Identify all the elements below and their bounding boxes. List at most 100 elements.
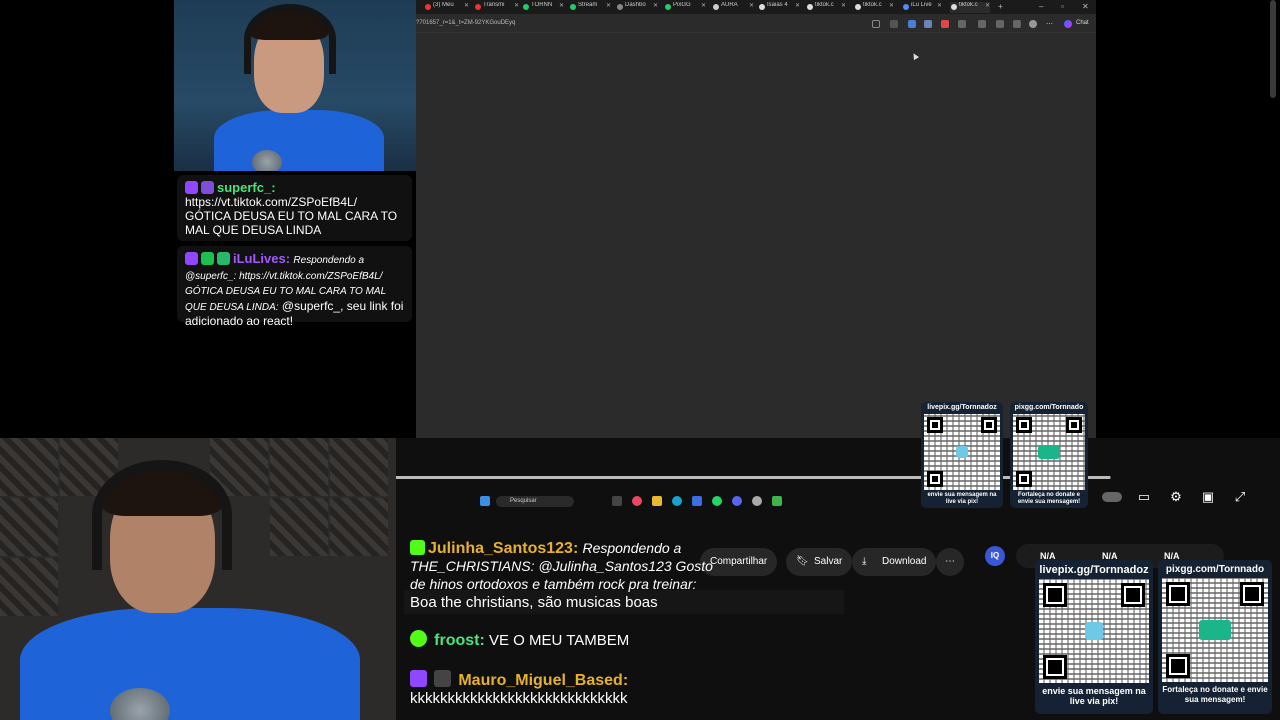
photos-icon[interactable] (692, 496, 702, 506)
chat-username: froost: (434, 632, 485, 649)
save-button[interactable]: 🔖︎ Salvar (786, 548, 853, 576)
close-icon[interactable]: ✕ (559, 2, 564, 9)
qr-finder (1066, 417, 1082, 433)
close-icon[interactable]: ✕ (514, 2, 519, 9)
more-icon[interactable]: ⋯ (1046, 20, 1054, 28)
acoustic-foam (0, 558, 58, 616)
more-button[interactable]: ⋯ (936, 548, 964, 576)
qr-caption-bottom: envie sua mensagem na live via pix! (927, 492, 997, 505)
miniplayer-icon[interactable]: ▣ (1201, 490, 1215, 504)
close-icon[interactable]: ✕ (889, 2, 894, 9)
tab[interactable]: PixGG ✕ (664, 2, 706, 13)
tab[interactable]: TORNN ✕ (522, 2, 564, 13)
chat-text: Boa the christians, são musicas boas (410, 594, 658, 611)
star-icon[interactable] (872, 20, 880, 28)
subtitles-icon[interactable]: ▭ (1137, 490, 1151, 504)
video-player[interactable]: Pesquisar ▭ ⚙ ▣ ⤢ (396, 438, 1280, 518)
close-window-button[interactable]: ✕ (1082, 2, 1089, 11)
chat-username: superfc_: (217, 180, 276, 195)
qr-code[interactable] (924, 414, 1000, 490)
chat-text: https://vt.tiktok.com/ZSPoEfB4L/ GÓTICA … (185, 195, 398, 237)
twitch-icon (410, 670, 427, 687)
profile-icon[interactable] (1029, 20, 1037, 28)
qr-panel-pixgg-small: pixgg.com/Tornnado Fortaleça no donate e… (1010, 402, 1088, 508)
tab[interactable]: (3) Meu ✕ (424, 2, 469, 13)
extension-icon[interactable] (978, 20, 986, 28)
scrollbar[interactable] (1270, 0, 1276, 98)
close-icon[interactable]: ✕ (795, 2, 800, 9)
close-icon[interactable]: ✕ (606, 2, 611, 9)
download-button[interactable]: ⤓ Download (852, 548, 937, 576)
app-icon[interactable] (632, 496, 642, 506)
iq-icon[interactable]: IQ (985, 546, 1005, 566)
qr-finder (1043, 583, 1067, 607)
qr-finder (1166, 654, 1190, 678)
aura-icon (713, 4, 719, 10)
tiktok-icon (951, 4, 957, 10)
progress-fill (396, 476, 1111, 479)
edge-icon[interactable] (672, 496, 682, 506)
copilot-icon[interactable] (1064, 20, 1072, 28)
refresh-icon[interactable] (958, 20, 966, 28)
qr-finder (981, 417, 997, 433)
extension-icon[interactable] (908, 20, 916, 28)
taskbar: Pesquisar (476, 496, 796, 510)
pixgg-logo-icon (1038, 445, 1060, 459)
task-view-icon[interactable] (612, 496, 622, 506)
sub-badge-icon (201, 181, 214, 194)
whatsapp-icon[interactable] (712, 496, 722, 506)
webcam-top (174, 0, 416, 171)
fullscreen-icon[interactable]: ⤢ (1233, 490, 1247, 504)
tab[interactable]: tiktok.c ✕ (854, 2, 894, 13)
close-icon[interactable]: ✕ (841, 2, 846, 9)
tab[interactable]: Isaias 4 ✕ (758, 2, 800, 13)
chat-button[interactable]: Chat (1076, 20, 1089, 26)
tab[interactable]: Dashbo ✕ (616, 2, 658, 13)
qr-code[interactable] (1162, 578, 1268, 682)
extension-icon[interactable] (924, 20, 932, 28)
app-icon[interactable] (752, 496, 762, 506)
taskbar-search[interactable]: Pesquisar (496, 496, 574, 507)
chat-text: VE O MEU TAMBEM (489, 632, 630, 649)
qr-caption-top: pixgg.com/Tornnado (1165, 564, 1265, 575)
bot-badge-icon (217, 252, 230, 265)
download-icon[interactable] (1013, 20, 1021, 28)
windows-start-icon[interactable] (480, 496, 490, 506)
autoplay-toggle[interactable] (1102, 492, 1122, 502)
favorites-icon[interactable] (996, 20, 1004, 28)
close-icon[interactable]: ✕ (749, 2, 754, 9)
tab[interactable]: AURA ✕ (712, 2, 754, 13)
qr-code[interactable] (1013, 414, 1085, 490)
extension-icon[interactable] (890, 20, 898, 28)
tab[interactable]: Transmi ✕ (474, 2, 519, 13)
close-icon[interactable]: ✕ (985, 2, 990, 9)
tab-active[interactable]: tiktok.c ✕ (950, 2, 990, 13)
close-icon[interactable]: ✕ (653, 2, 658, 9)
app-icon[interactable] (772, 496, 782, 506)
close-icon[interactable]: ✕ (464, 2, 469, 9)
settings-gear-icon[interactable]: ⚙ (1169, 490, 1183, 504)
acoustic-foam (330, 438, 388, 496)
tiktok-icon (807, 4, 813, 10)
qr-finder (1121, 583, 1145, 607)
folder-icon[interactable] (652, 496, 662, 506)
pixgg-logo-icon (1199, 620, 1231, 640)
tab[interactable]: tiktok.c ✕ (806, 2, 846, 13)
youtube-icon (475, 4, 481, 10)
qr-caption-bottom: Fortaleça no donate e envie sua mensagem… (1017, 492, 1081, 505)
discord-icon[interactable] (732, 496, 742, 506)
maximize-button[interactable]: ▫ (1061, 2, 1064, 11)
minimize-button[interactable]: – (1039, 2, 1043, 11)
url-field[interactable]: ?701657_r=1&_t=ZM-92YKGouDEyq (416, 20, 515, 26)
tab[interactable]: iLu Live ✕ (902, 2, 942, 13)
close-icon[interactable]: ✕ (701, 2, 706, 9)
qr-code[interactable] (1039, 579, 1149, 683)
new-tab-button[interactable]: + (998, 2, 1003, 11)
close-icon[interactable]: ✕ (937, 2, 942, 9)
chat-message: iLuLives: Respondendo a @superfc_: https… (177, 246, 412, 328)
tab[interactable]: Stream ✕ (569, 2, 611, 13)
livepix-logo-icon (1085, 622, 1103, 640)
tiktok-icon (759, 4, 765, 10)
extension-icon[interactable] (941, 20, 949, 28)
progress-bar[interactable] (396, 476, 1111, 479)
